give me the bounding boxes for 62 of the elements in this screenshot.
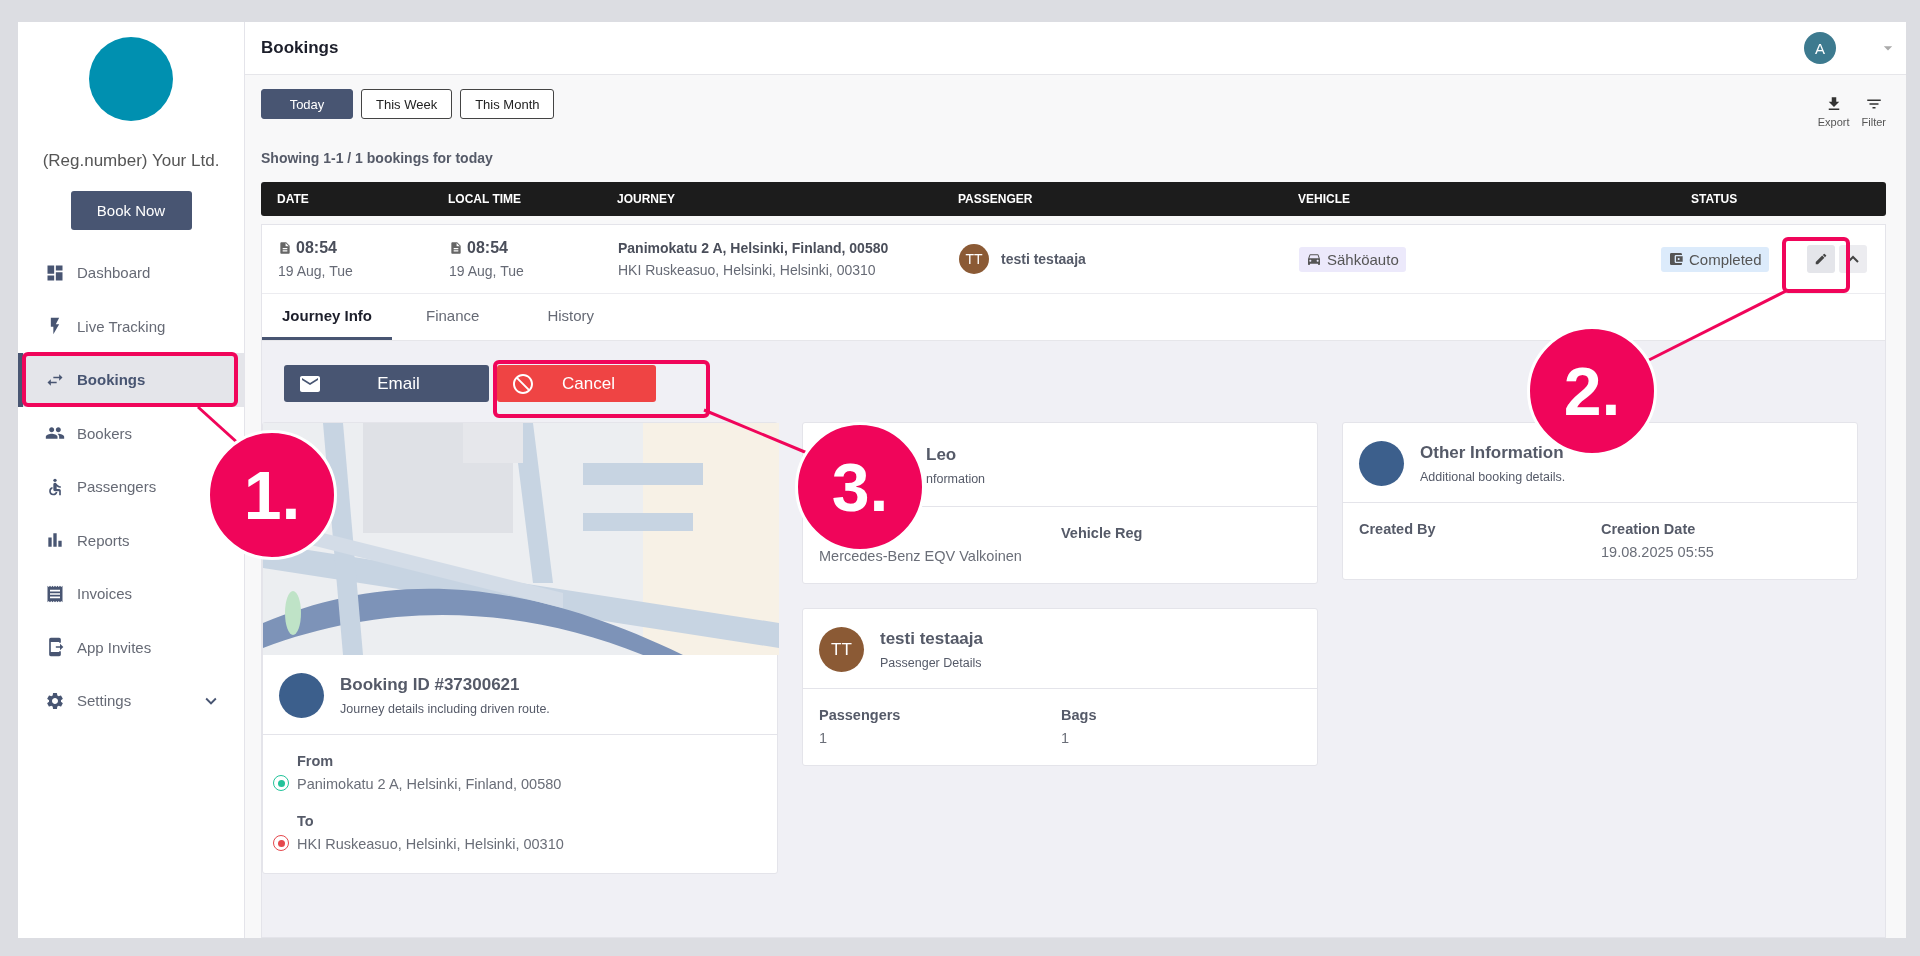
- pickup-time: 08:54: [278, 239, 449, 257]
- passenger-avatar: TT: [959, 244, 989, 274]
- edit-button[interactable]: [1806, 245, 1835, 273]
- sidebar-item[interactable]: App Invites: [18, 620, 244, 674]
- vehicle-tag: Sähköauto: [1299, 246, 1406, 272]
- card-subtitle: Passenger Details: [880, 656, 983, 670]
- stop-address: Panimokatu 2 A, Helsinki, Finland, 00580: [297, 776, 562, 793]
- journey-to: HKI Ruskeasuo, Helsinki, Helsinki, 00310: [618, 262, 877, 278]
- field-label: Passengers: [819, 707, 902, 724]
- local-time: 08:54: [449, 239, 618, 257]
- nav-icon: [45, 690, 65, 711]
- info-avatar: [1359, 441, 1404, 486]
- user-avatar[interactable]: A: [1804, 32, 1836, 64]
- filter-button[interactable]: This Month: [460, 89, 555, 119]
- company-name: (Reg.number) Your Ltd.: [42, 151, 220, 171]
- table-header: DATE LOCAL TIME JOURNEY PASSENGER VEHICLE STATUS: [261, 182, 1886, 216]
- card-title: Leo: [926, 445, 958, 465]
- document-icon: [278, 241, 292, 255]
- card-subtitle: Journey details including driven route.: [340, 702, 550, 716]
- sidebar-item[interactable]: Invoices: [18, 567, 244, 621]
- filter-button[interactable]: Filter: [1861, 95, 1886, 128]
- highlight-frame: [1782, 237, 1850, 293]
- page-title: Bookings: [261, 38, 340, 58]
- wallet-icon: [1668, 251, 1684, 267]
- field-value: 1: [1061, 730, 1071, 747]
- pickup-date: 19 Aug, Tue: [278, 263, 354, 279]
- field-label: Creation Date: [1601, 521, 1697, 538]
- sidebar-item[interactable]: Dashboard: [18, 246, 244, 300]
- sidebar-item[interactable]: Live Tracking: [18, 299, 244, 353]
- stop-label: To: [297, 813, 315, 830]
- detail-tab[interactable]: History: [513, 294, 629, 340]
- results-summary: Showing 1-1 / 1 bookings for today: [261, 150, 494, 166]
- book-now-button[interactable]: Book Now: [70, 191, 192, 230]
- card-subtitle: Additional booking details.: [1420, 470, 1566, 484]
- field-label: Bags: [1061, 707, 1098, 724]
- local-date: 19 Aug, Tue: [449, 263, 525, 279]
- passenger-name: testi testaaja: [1001, 251, 1086, 267]
- field-value: 1: [819, 730, 829, 747]
- booking-avatar: [279, 673, 324, 718]
- prohibited-icon: [511, 371, 535, 396]
- field-value: 19.08.2025 05:55: [1601, 544, 1715, 561]
- document-icon: [449, 241, 463, 255]
- car-icon: [1306, 251, 1322, 267]
- export-button[interactable]: Export: [1817, 95, 1850, 128]
- field-label: Vehicle Reg: [1061, 525, 1144, 542]
- card-subtitle: nformation: [926, 472, 986, 486]
- journey-from: Panimokatu 2 A, Helsinki, Finland, 00580: [618, 240, 890, 256]
- filter-button[interactable]: Today: [261, 89, 353, 119]
- sidebar-item[interactable]: Settings: [18, 674, 244, 728]
- status-badge: Completed: [1661, 246, 1769, 272]
- filter-button[interactable]: This Week: [361, 89, 453, 119]
- stop-address: HKI Ruskeasuo, Helsinki, Helsinki, 00310: [297, 836, 564, 853]
- stop-label: From: [297, 753, 335, 770]
- card-title: Booking ID #37300621: [340, 675, 521, 695]
- cancel-button[interactable]: Cancel: [497, 365, 656, 402]
- card-title: testi testaaja: [880, 629, 983, 649]
- email-button[interactable]: Email: [284, 365, 489, 402]
- field-label: Created By: [1359, 521, 1437, 538]
- detail-tab[interactable]: Finance: [392, 294, 514, 340]
- nav-icon: [45, 583, 65, 604]
- pencil-icon: [1813, 252, 1828, 266]
- passenger-avatar: TT: [819, 627, 864, 672]
